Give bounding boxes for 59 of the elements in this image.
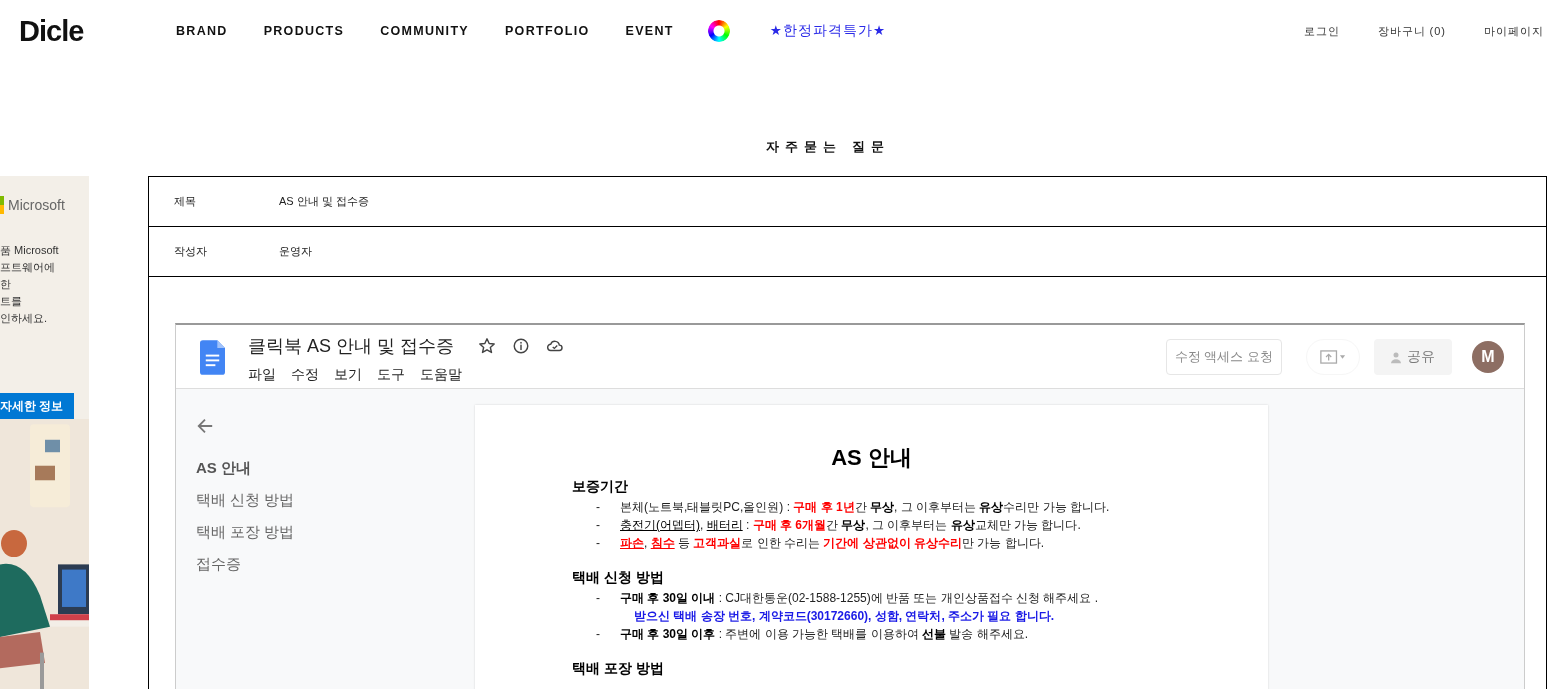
brand-name: Microsoft [8, 197, 65, 213]
more-info-button[interactable]: 자세한 정보 [0, 393, 74, 419]
menu-item[interactable]: 도구 [377, 366, 405, 384]
menu-item[interactable]: 도움말 [420, 366, 462, 384]
ad-text: 품 Microsoft [0, 243, 60, 258]
nav-link[interactable]: BRAND [176, 24, 228, 38]
list-dash: - [595, 517, 601, 534]
ad-text: 트를 [0, 294, 23, 309]
user-avatar[interactable]: M [1472, 341, 1504, 373]
document-title: 클릭북 AS 안내 및 접수증 [248, 335, 454, 358]
menu-item[interactable]: 보기 [334, 366, 362, 384]
request-access-button[interactable]: 수정 액세스 요청 [1165, 339, 1282, 375]
field-value: 운영자 [279, 244, 312, 259]
user-link[interactable]: 장바구니 (0) [1377, 23, 1446, 39]
outline-item[interactable]: 택배 포장 방법 [196, 516, 475, 548]
outline-item[interactable]: 택배 신청 방법 [196, 484, 475, 516]
list-dash: - [595, 626, 601, 643]
list-dash: - [595, 535, 601, 552]
nav-link[interactable]: PRODUCTS [263, 24, 345, 38]
list-item-text: 파손, 침수 등 고객과실로 인한 수리는 기간에 상관없이 유상수리만 가능 합니다. [620, 535, 1045, 552]
ad-text: 프트웨어에 [0, 260, 56, 275]
nav-link[interactable]: COMMUNITY [380, 24, 469, 38]
person-icon [1391, 350, 1401, 364]
color-wheel-icon[interactable] [707, 20, 730, 42]
field-label: 제목 [173, 194, 197, 209]
field-label: 작성자 [173, 244, 208, 259]
list-item-text: 본체(노트북,태블릿PC,올인원) : 구매 후 1년간 무상, 그 이후부터는 유상수리만 가능 합니다. [620, 499, 1110, 516]
ad-text: 한 [0, 277, 12, 292]
ad-text: 인하세요. [0, 311, 49, 326]
info-icon[interactable] [512, 337, 530, 355]
menu-item[interactable]: 수정 [291, 366, 319, 384]
nav-link[interactable]: EVENT [625, 24, 674, 38]
outline-item[interactable]: 접수증 [196, 548, 475, 580]
list-item-text: 충전기(어뎁터), 배터리 : 구매 후 6개월간 무상, 그 이후부터는 유상교체만 가능 합니다. [620, 517, 1081, 534]
list-item-text: 구매 후 30일 이내 : CJ대한통운(02-1588-1255)에 반품 또는 개인상품접수 신청 해주세요 . [620, 590, 1099, 607]
list-dash: - [595, 499, 601, 516]
logo[interactable]: Dicle [19, 14, 91, 48]
share-button[interactable]: 공유 [1374, 339, 1452, 375]
menu-item[interactable]: 파일 [248, 366, 276, 384]
windows-logo-icon [0, 196, 4, 214]
promo-link[interactable]: ★한정파격특가★ [769, 22, 886, 40]
star-icon[interactable] [478, 337, 496, 355]
document-heading: AS 안내 [830, 444, 913, 472]
back-arrow-icon[interactable] [196, 417, 214, 435]
upload-screen-icon [1320, 350, 1346, 364]
user-link[interactable]: 마이페이지 [1484, 23, 1544, 39]
field-value: AS 안내 및 접수증 [279, 194, 369, 209]
list-item-note: 받으신 택배 송장 번호, 계약코드(30172660), 성함, 연락처, 주소가 필요 합니다. [634, 609, 1055, 623]
outline-item[interactable]: AS 안내 [196, 452, 475, 484]
ad-banner[interactable]: Microsoft 품 Microsoft 프트웨어에 한 트를 인하세요. 자세한 정보 [0, 176, 89, 689]
section-heading: 보증기간 [572, 478, 629, 496]
page-title: 자주묻는 질문 [766, 138, 890, 154]
user-link[interactable]: 로그인 [1303, 23, 1340, 39]
section-heading: 택배 신청 방법 [572, 569, 665, 587]
section-heading: 택배 포장 방법 [572, 660, 665, 678]
list-item-text: 구매 후 30일 이후 : 주변에 이용 가능한 택배를 이용하여 선불 발송 해주세요. [620, 626, 1029, 643]
list-dash: - [595, 590, 601, 607]
nav-link[interactable]: PORTFOLIO [504, 24, 590, 38]
document-icon [200, 340, 225, 375]
